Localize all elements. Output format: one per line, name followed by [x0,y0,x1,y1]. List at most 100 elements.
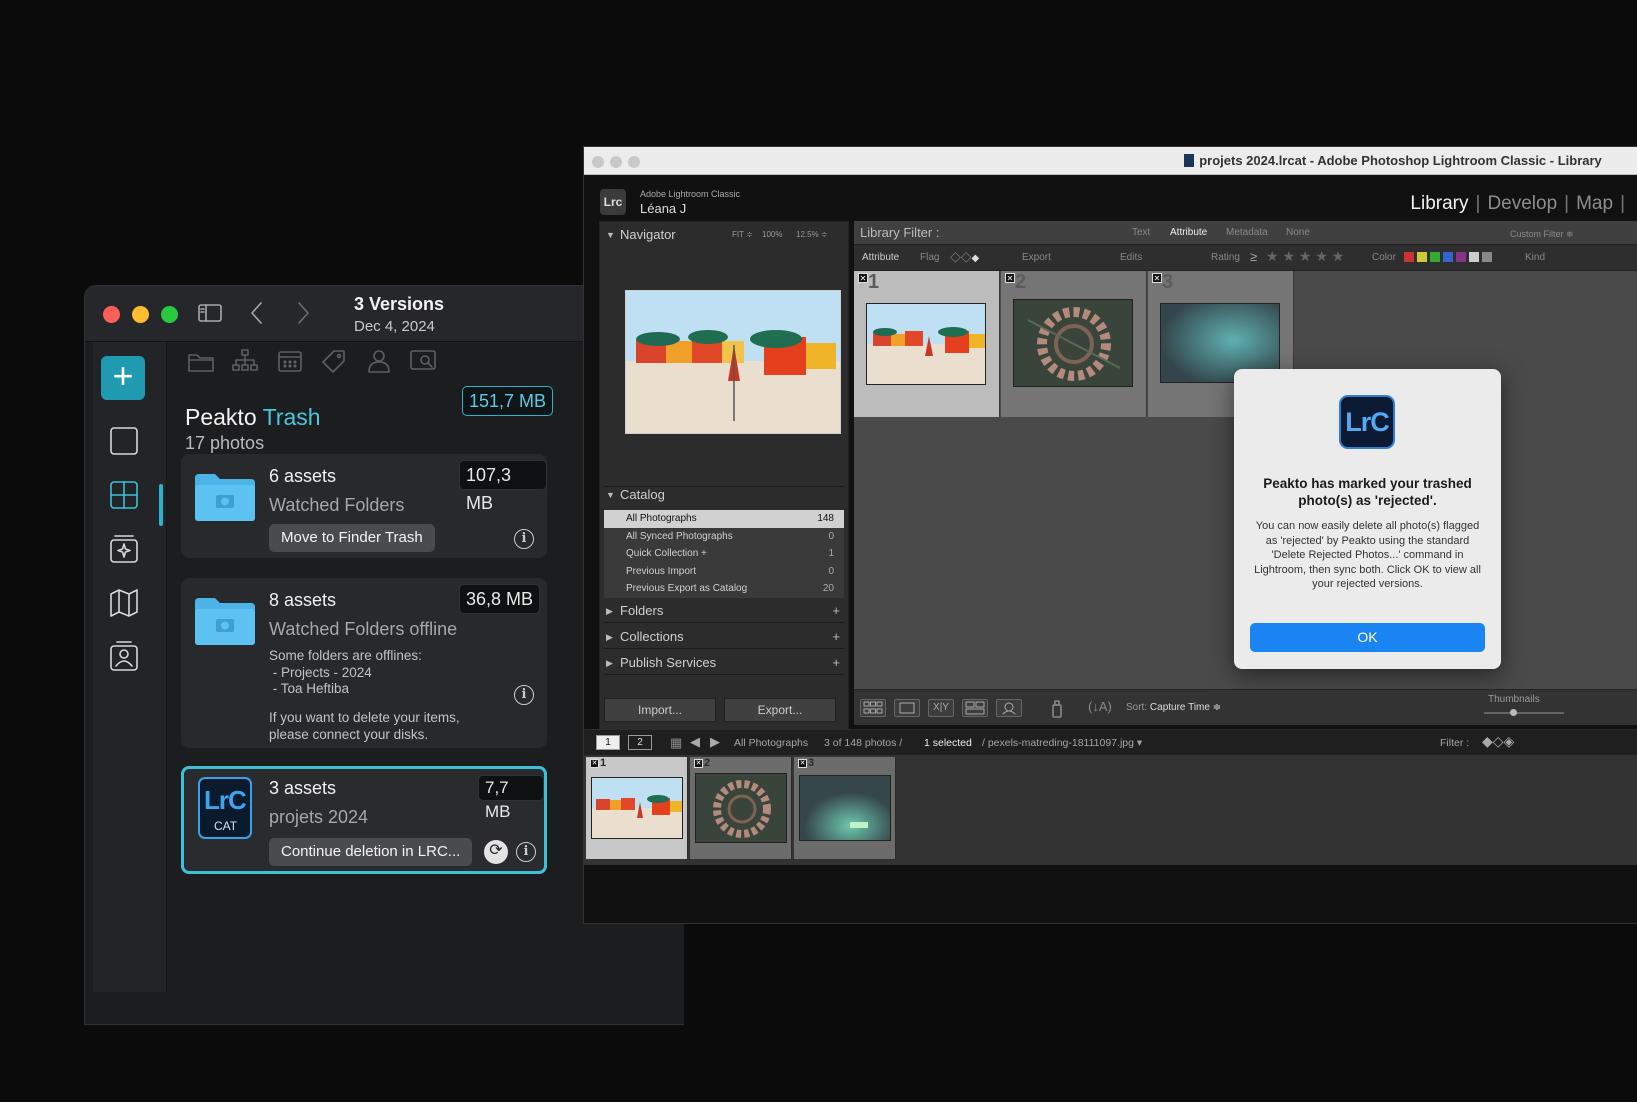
custom-filter-select[interactable]: Custom Filter ≑ [1510,229,1574,240]
survey-view-icon[interactable] [962,699,988,717]
module-library[interactable]: Library [1410,193,1468,214]
zoom-fit[interactable]: FIT ≑ [732,224,753,246]
filmstrip-cell[interactable]: ✕ 2 [690,757,792,859]
add-publish-service-icon[interactable]: + [832,652,840,674]
catalog-item-quick-collection[interactable]: Quick Collection + 1 [604,545,844,563]
sidebar-toggle-icon[interactable] [197,300,223,326]
back-icon[interactable] [247,300,267,326]
catalog-item-previous-export[interactable]: Previous Export as Catalog 20 [604,580,844,598]
trash-card-watched-folders[interactable]: 6 assets Watched Folders 107,3 MB Move t… [181,454,547,558]
filmstrip: ✕ 1 ✕ 2 ✕ 3 [584,755,1637,865]
sparkle-album-icon[interactable] [107,532,141,566]
grid-view-icon[interactable] [107,478,141,512]
navigator-header[interactable]: ▼ Navigator FIT ≑ 100% 12.5% ≑ [600,224,848,246]
move-to-finder-trash-button[interactable]: Move to Finder Trash [269,524,435,552]
forward-icon[interactable] [293,300,313,326]
grid-cell[interactable]: ✕ 2 [1001,271,1147,417]
catalog-item-name: All Photographs [626,513,697,524]
filmstrip-cell[interactable]: ✕ 1 [586,757,688,859]
grid-cell-number: 1 [868,271,880,293]
color-label-swatches[interactable] [1404,252,1492,265]
folder-icon [195,598,255,645]
close-button[interactable] [103,306,120,323]
grid-toggle-icon[interactable]: ▦ [670,735,682,751]
thumbnail-size-slider[interactable] [1484,709,1564,716]
grid-view-icon[interactable] [860,699,886,717]
tag-filter-icon[interactable] [320,348,348,374]
people-view-icon[interactable] [996,699,1022,717]
grid-cell[interactable]: ✕ 1 [854,271,1000,417]
import-button[interactable]: Import... [604,698,716,722]
info-icon[interactable]: i [514,529,534,549]
catalog-list: All Photographs 148 All Synced Photograph… [604,510,844,598]
zoom-100[interactable]: 100% [762,224,782,246]
filter-metadata[interactable]: Metadata [1226,227,1268,238]
filmstrip-thumbnail [799,775,891,841]
filter-none[interactable]: None [1286,227,1310,238]
dialog-ok-button[interactable]: OK [1250,623,1485,652]
info-icon[interactable]: i [516,842,536,862]
info-icon[interactable]: i [514,685,534,705]
sort-control[interactable]: Sort: Capture Time ≑ [1126,702,1221,713]
thumbnail-slider-handle[interactable] [1510,709,1517,716]
navigator-preview-image[interactable] [625,290,841,434]
hierarchy-filter-icon[interactable] [231,348,259,374]
attribute-label: Attribute [862,252,900,263]
dark-teal-thumb [800,776,890,840]
filmstrip-source[interactable]: All Photographs [734,737,808,749]
zoom-button[interactable] [161,306,178,323]
rejected-flag-icon: ✕ [1152,273,1162,283]
calendar-filter-icon[interactable] [276,348,304,374]
painter-spray-icon[interactable] [1050,698,1064,718]
window-2-button[interactable]: 2 [628,735,652,750]
filmstrip-cell[interactable]: ✕ 3 [794,757,896,859]
filmstrip-flag-filter-icons[interactable]: ◆◇◈ [1482,733,1514,750]
collections-header[interactable]: ▶ Collections + [600,626,848,648]
module-map[interactable]: Map [1576,193,1613,214]
filmstrip-cell-number: 1 [600,757,607,769]
search-photo-filter-icon[interactable] [409,348,437,374]
card-size-badge: 36,8 MB [459,584,541,614]
forward-arrow-icon[interactable]: ▶ [710,734,720,750]
filter-attribute[interactable]: Attribute [1170,227,1207,238]
single-view-icon[interactable] [107,424,141,458]
filter-text[interactable]: Text [1132,227,1150,238]
filmstrip-selected: 1 selected [924,737,972,749]
map-icon[interactable] [107,586,141,620]
add-collection-icon[interactable]: + [832,626,840,648]
compare-view-icon[interactable]: X|Y [928,699,954,717]
filmstrip-filename[interactable]: / pexels-matreding-18111097.jpg ▾ [982,737,1142,749]
window-1-button[interactable]: 1 [596,735,620,750]
rating-operator[interactable]: ≥ [1250,249,1257,264]
people-icon[interactable] [107,640,141,674]
publish-services-header[interactable]: ▶ Publish Services + [600,652,848,674]
sync-icon[interactable]: ⟳ [484,840,508,864]
back-arrow-icon[interactable]: ◀ [690,734,700,750]
module-separator: | [1475,193,1481,214]
minimize-button[interactable] [132,306,149,323]
module-develop[interactable]: Develop [1487,193,1557,214]
catalog-item-previous-import[interactable]: Previous Import 0 [604,563,844,581]
catalog-header[interactable]: ▼ Catalog [600,484,848,506]
loupe-view-icon[interactable] [894,699,920,717]
continue-deletion-button[interactable]: Continue deletion in LRC... [269,838,473,866]
expand-triangle-icon: ▶ [606,606,613,616]
trash-card-lrc-catalog[interactable]: LrC CAT 3 assets projets 2024 7,7 MB Con… [181,766,547,874]
rating-stars[interactable]: ★ ★ ★ ★ ★ [1266,248,1344,265]
sort-direction-icon[interactable]: (↓A) [1088,699,1112,714]
offline-folders-note: Some folders are offlines: - Projects - … [269,648,422,696]
trash-card-offline-folders[interactable]: 8 assets Watched Folders offline 36,8 MB… [181,578,547,748]
folder-filter-icon[interactable] [187,348,215,374]
add-button[interactable]: + [101,356,145,400]
zoom-custom[interactable]: 12.5% ≑ [796,224,828,246]
library-filter-label: Library Filter : [860,225,940,240]
beach-umbrellas-thumb [592,778,682,838]
catalog-item-all-photographs[interactable]: All Photographs 148 [604,510,844,528]
flag-filter-icons[interactable]: ◇◇◆ [950,248,979,265]
person-filter-icon[interactable] [365,348,393,374]
folders-header[interactable]: ▶ Folders + [600,600,848,622]
add-folder-icon[interactable]: + [832,600,840,622]
export-button[interactable]: Export... [724,698,836,722]
filmstrip-cell-number: 3 [808,757,815,769]
catalog-item-synced[interactable]: All Synced Photographs 0 [604,528,844,546]
